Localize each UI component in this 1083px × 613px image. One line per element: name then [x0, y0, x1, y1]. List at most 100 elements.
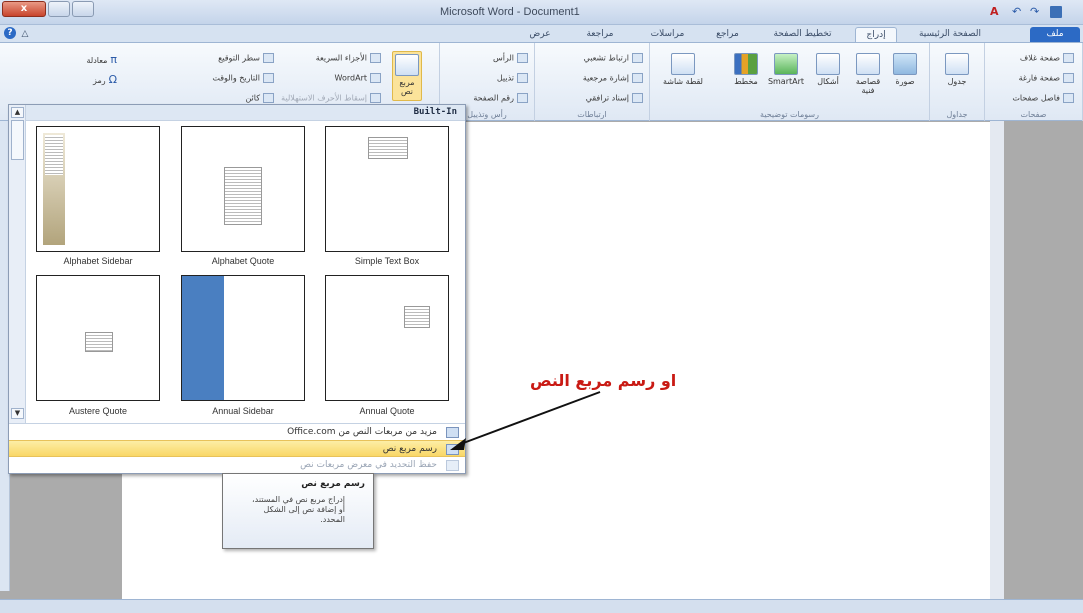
dropcap-button[interactable]: إسقاط الأحرف الاستهلالية [281, 93, 381, 103]
thumb-annual-quote[interactable] [325, 275, 449, 401]
group-label-pages: صفحات [1020, 110, 1047, 119]
group-label-tables: جداول [946, 110, 968, 119]
symbol-button[interactable]: Ωرمز [93, 73, 117, 86]
datetime-button[interactable]: التاريخ والوقت [212, 73, 274, 83]
footer-label: تذييل [496, 73, 514, 83]
page-break-label: فاصل صفحات [1012, 93, 1060, 103]
header-button[interactable]: الرأس [493, 53, 528, 63]
tab-review[interactable]: مراجعة [575, 27, 625, 42]
thumb-austere-box [85, 332, 113, 352]
page-break-button[interactable]: فاصل صفحات [1012, 93, 1074, 103]
thumb-quote-box [224, 167, 262, 225]
textbox-button[interactable]: مربع نص [392, 51, 422, 101]
menu-save-label: حفظ التحديد في معرض مربعات نص [300, 460, 437, 470]
menu-draw-textbox[interactable]: رسم مربع نص [9, 440, 465, 457]
thumb-annual-sidebar[interactable] [181, 275, 305, 401]
picture-icon [893, 53, 917, 75]
tab-file[interactable]: ملف [1030, 27, 1080, 42]
wordart-button[interactable]: WordArt [335, 73, 381, 83]
clipart-button[interactable]: قصاصة فنية [850, 53, 886, 95]
bookmark-icon [632, 73, 643, 83]
close-button[interactable]: x [2, 1, 46, 17]
object-icon [263, 93, 274, 103]
blank-page-button[interactable]: صفحة فارغة [1019, 73, 1074, 83]
cover-page-icon [1063, 53, 1074, 63]
header-icon [517, 53, 528, 63]
thumb-austere-quote[interactable] [36, 275, 160, 401]
arrow-line [457, 391, 601, 446]
tab-mailings[interactable]: مراسلات [640, 27, 695, 42]
annotation-text: او رسم مربع النص [530, 371, 677, 390]
tab-references[interactable]: مراجع [705, 27, 750, 42]
signature-line-icon [263, 53, 274, 63]
cover-page-label: صفحة غلاف [1019, 53, 1060, 63]
scroll-up-button[interactable]: ▲ [11, 107, 24, 118]
dropcap-icon [370, 93, 381, 103]
textbox-gallery: ▲ ▼ Built-In Alphabet Sidebar Alphabet Q… [8, 104, 466, 474]
restore-button[interactable] [48, 1, 70, 17]
thumb-simple-text-box[interactable] [325, 126, 449, 252]
undo-icon[interactable]: ↶ [1012, 6, 1021, 18]
scroll-thumb[interactable] [11, 120, 24, 160]
table-icon [945, 53, 969, 75]
symbol-icon: Ω [108, 73, 117, 86]
table-label: جدول [947, 77, 967, 86]
tab-layout[interactable]: تخطيط الصفحة [765, 27, 840, 42]
save-icon[interactable] [1050, 6, 1062, 18]
scroll-down-button[interactable]: ▼ [11, 408, 24, 419]
help-icon[interactable]: ? [4, 27, 16, 39]
thumb-simple-box [368, 137, 408, 159]
hyperlink-label: ارتباط تشعبي [583, 53, 629, 63]
hyperlink-button[interactable]: ارتباط تشعبي [584, 53, 643, 63]
smartart-icon [774, 53, 798, 75]
redo-icon[interactable]: ↷ [1030, 6, 1039, 18]
quickparts-label: الأجزاء السريعة [315, 53, 367, 63]
textbox-label: مربع نص [399, 78, 415, 96]
screenshot-icon [671, 53, 695, 75]
gallery-header: Built-In [26, 105, 465, 121]
textbox-icon [395, 54, 419, 76]
font-color-icon[interactable]: A [990, 6, 999, 18]
chart-button[interactable]: مخطط [730, 53, 762, 86]
tab-insert[interactable]: إدراج [855, 27, 897, 42]
picture-button[interactable]: صورة [890, 53, 920, 86]
minimize-ribbon-icon[interactable]: △ [20, 27, 30, 42]
screenshot-button[interactable]: لقطة شاشة [658, 53, 708, 86]
shapes-label: أشكال [817, 77, 839, 86]
bookmark-button[interactable]: إشارة مرجعية [583, 73, 643, 83]
gallery-header-label: Built-In [413, 107, 457, 117]
window-title: Microsoft Word - Document1 [440, 6, 580, 18]
shapes-button[interactable]: أشكال [810, 53, 846, 86]
menu-draw-label: رسم مربع نص [382, 444, 437, 454]
cross-reference-button[interactable]: إسناد ترافقي [586, 93, 643, 103]
thumb-alphabet-sidebar[interactable] [36, 126, 160, 252]
annotation-arrow [450, 391, 601, 450]
thumb-annual-box [404, 306, 430, 328]
wordart-label: WordArt [334, 73, 367, 83]
footer-button[interactable]: تذييل [497, 73, 528, 83]
signature-line-button[interactable]: سطر التوقيع [218, 53, 274, 63]
smartart-button[interactable]: SmartArt [765, 53, 807, 86]
table-button[interactable]: جدول [942, 53, 972, 86]
footer-icon [517, 73, 528, 83]
cross-reference-label: إسناد ترافقي [585, 93, 629, 103]
vertical-scrollbar[interactable] [990, 121, 1004, 599]
thumb-alphabet-quote[interactable] [181, 126, 305, 252]
gallery-label-annual-sidebar: Annual Sidebar [212, 406, 274, 416]
page-number-button[interactable]: رقم الصفحة [473, 93, 528, 103]
tab-home[interactable]: الصفحة الرئيسية [910, 27, 990, 42]
menu-more-textboxes[interactable]: مزيد من مربعات النص من Office.com [9, 423, 465, 440]
quickparts-button[interactable]: الأجزاء السريعة [316, 53, 381, 63]
object-button[interactable]: كائن [245, 93, 274, 103]
ribbon-tabs: ? △ عرض مراجعة مراسلات مراجع تخطيط الصفح… [0, 25, 1083, 43]
minimize-button[interactable] [72, 1, 94, 17]
cover-page-button[interactable]: صفحة غلاف [1020, 53, 1074, 63]
clipart-label: قصاصة فنية [855, 77, 881, 95]
chart-icon [734, 53, 758, 75]
group-illustrations: صورة قصاصة فنية أشكال SmartArt مخطط لقطة… [650, 43, 930, 121]
equation-button[interactable]: πمعادلة [87, 53, 118, 66]
bookmark-label: إشارة مرجعية [582, 73, 629, 83]
tab-view[interactable]: عرض [520, 27, 560, 42]
gallery-scrollbar[interactable]: ▲ ▼ [9, 105, 26, 423]
picture-label: صورة [895, 77, 915, 86]
